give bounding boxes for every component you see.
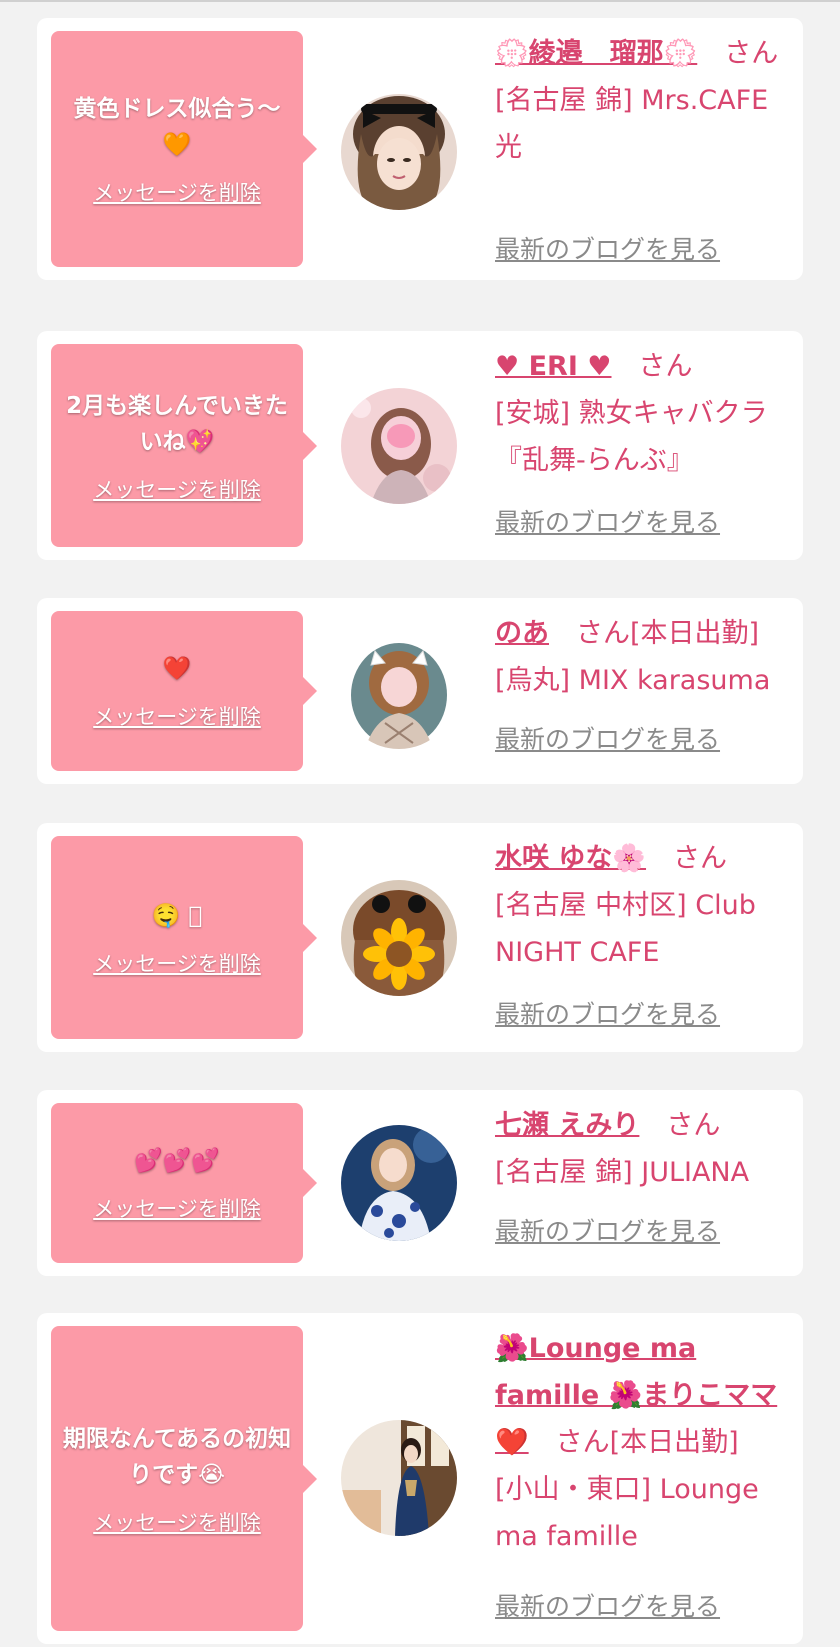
- shop-location: [名古屋 中村区] Club NIGHT CAFE: [495, 890, 756, 968]
- avatar-sunflower-face-icon: [341, 880, 457, 996]
- honorific: さん: [673, 843, 728, 874]
- message-card: 期限なんてあるの初知りです😭 メッセージを削除 🌺Lounge ma famil…: [37, 1313, 803, 1644]
- cast-name-link[interactable]: 七瀬 えみり: [495, 1110, 639, 1141]
- message-card: 💕💕💕 メッセージを削除 七瀬 えみり さん [名古屋 錦] JULIANA 最…: [37, 1090, 803, 1276]
- message-text-content: 🤤 ⃞: [151, 902, 203, 929]
- honorific: さん[本日出勤]: [555, 1427, 739, 1458]
- delete-message-link[interactable]: メッセージを削除: [93, 177, 261, 207]
- cast-name-link[interactable]: ♥ ERI ♥: [495, 351, 612, 382]
- message-text-content: 黄色ドレス似合う〜🧡: [73, 96, 281, 158]
- message-bubble: ❤️ メッセージを削除: [51, 611, 317, 771]
- cast-avatar[interactable]: [341, 1420, 457, 1536]
- delete-message-link[interactable]: メッセージを削除: [93, 948, 261, 978]
- message-text-content: 2月も楽しんでいきたいね💖: [66, 392, 288, 455]
- message-bubble: 2月も楽しんでいきたいね💖 メッセージを削除: [51, 344, 317, 547]
- honorific: さん: [724, 38, 779, 69]
- avatar-woman-black-hair-ribbon-icon: [341, 94, 457, 210]
- cast-avatar[interactable]: [341, 388, 457, 504]
- message-text: 🤤 ⃞: [61, 898, 293, 934]
- delete-message-link[interactable]: メッセージを削除: [93, 1507, 261, 1537]
- cast-avatar[interactable]: [341, 880, 457, 996]
- avatar-woman-kimono-icon: [341, 1420, 457, 1536]
- view-blog-link[interactable]: 最新のブログを見る: [495, 1212, 720, 1248]
- message-text: 2月も楽しんでいきたいね💖: [61, 388, 293, 460]
- view-blog-link[interactable]: 最新のブログを見る: [495, 503, 720, 539]
- shop-location: [烏丸] MIX karasuma: [495, 665, 771, 696]
- shop-location: [名古屋 錦] JULIANA: [495, 1157, 750, 1188]
- message-card: 🤤 ⃞ メッセージを削除 水咲 ゆな🌸 さん [名古屋 中村区] Club NI…: [37, 823, 803, 1052]
- avatar-woman-blurred-pink-icon: [341, 388, 457, 504]
- top-divider: [0, 0, 840, 2]
- delete-message-link[interactable]: メッセージを削除: [93, 474, 261, 504]
- cast-avatar[interactable]: [341, 1125, 457, 1241]
- delete-message-link[interactable]: メッセージを削除: [93, 701, 261, 731]
- cast-name-link[interactable]: のあ: [495, 618, 549, 649]
- cast-info: 🌺Lounge ma famille 🌺まりこママ❤️ さん[本日出勤] [小山…: [495, 1325, 787, 1560]
- message-card: 2月も楽しんでいきたいね💖 メッセージを削除 ♥ ERI ♥ さん [安城] 熟…: [37, 331, 803, 560]
- view-blog-link[interactable]: 最新のブログを見る: [495, 1587, 720, 1623]
- message-text: 黄色ドレス似合う〜🧡: [61, 91, 293, 163]
- message-text-content: 期限なんてあるの初知りです😭: [62, 1425, 292, 1488]
- delete-message-link[interactable]: メッセージを削除: [93, 1193, 261, 1223]
- honorific: さん: [666, 1110, 721, 1141]
- message-bubble: 期限なんてあるの初知りです😭 メッセージを削除: [51, 1326, 317, 1631]
- message-bubble: 💕💕💕 メッセージを削除: [51, 1103, 317, 1263]
- message-bubble: 黄色ドレス似合う〜🧡 メッセージを削除: [51, 31, 317, 267]
- avatar-woman-blue-dress-icon: [341, 1125, 457, 1241]
- message-bubble: 🤤 ⃞ メッセージを削除: [51, 836, 317, 1039]
- cast-info: のあ さん[本日出勤] [烏丸] MIX karasuma: [495, 610, 787, 704]
- cast-avatar[interactable]: [341, 94, 457, 210]
- cast-name-link[interactable]: 水咲 ゆな🌸: [495, 843, 646, 874]
- honorific: さん[本日出勤]: [576, 618, 760, 649]
- shop-location: [小山・東口] Lounge ma famille: [495, 1474, 759, 1552]
- view-blog-link[interactable]: 最新のブログを見る: [495, 995, 720, 1031]
- cast-avatar[interactable]: [341, 633, 457, 749]
- shop-location: [安城] 熟女キャバクラ『乱舞-らんぶ』: [495, 398, 768, 476]
- cast-info: 七瀬 えみり さん [名古屋 錦] JULIANA: [495, 1102, 787, 1196]
- message-text: 💕💕💕: [61, 1143, 293, 1179]
- cast-name-link[interactable]: 💮綾邉 瑠那💮: [495, 38, 697, 69]
- message-card: ❤️ メッセージを削除 のあ さん[本日出勤] [烏丸] MIX karasum…: [37, 598, 803, 784]
- cast-info: 💮綾邉 瑠那💮 さん [名古屋 錦] Mrs.CAFE 光: [495, 30, 787, 171]
- message-card: 黄色ドレス似合う〜🧡 メッセージを削除 💮綾邉 瑠那💮 さん [名古屋 錦] M…: [37, 18, 803, 280]
- message-text-content: 💕💕💕: [134, 1148, 220, 1174]
- honorific: さん: [638, 351, 693, 382]
- cast-info: 水咲 ゆな🌸 さん [名古屋 中村区] Club NIGHT CAFE: [495, 835, 787, 976]
- shop-location: [名古屋 錦] Mrs.CAFE 光: [495, 85, 769, 163]
- message-text: ❤️: [61, 651, 293, 687]
- avatar-woman-bunny-ears-icon: [341, 633, 457, 749]
- view-blog-link[interactable]: 最新のブログを見る: [495, 720, 720, 756]
- message-text: 期限なんてあるの初知りです😭: [61, 1421, 293, 1493]
- cast-info: ♥ ERI ♥ さん [安城] 熟女キャバクラ『乱舞-らんぶ』: [495, 343, 787, 484]
- view-blog-link[interactable]: 最新のブログを見る: [495, 230, 720, 266]
- message-text-content: ❤️: [162, 656, 192, 682]
